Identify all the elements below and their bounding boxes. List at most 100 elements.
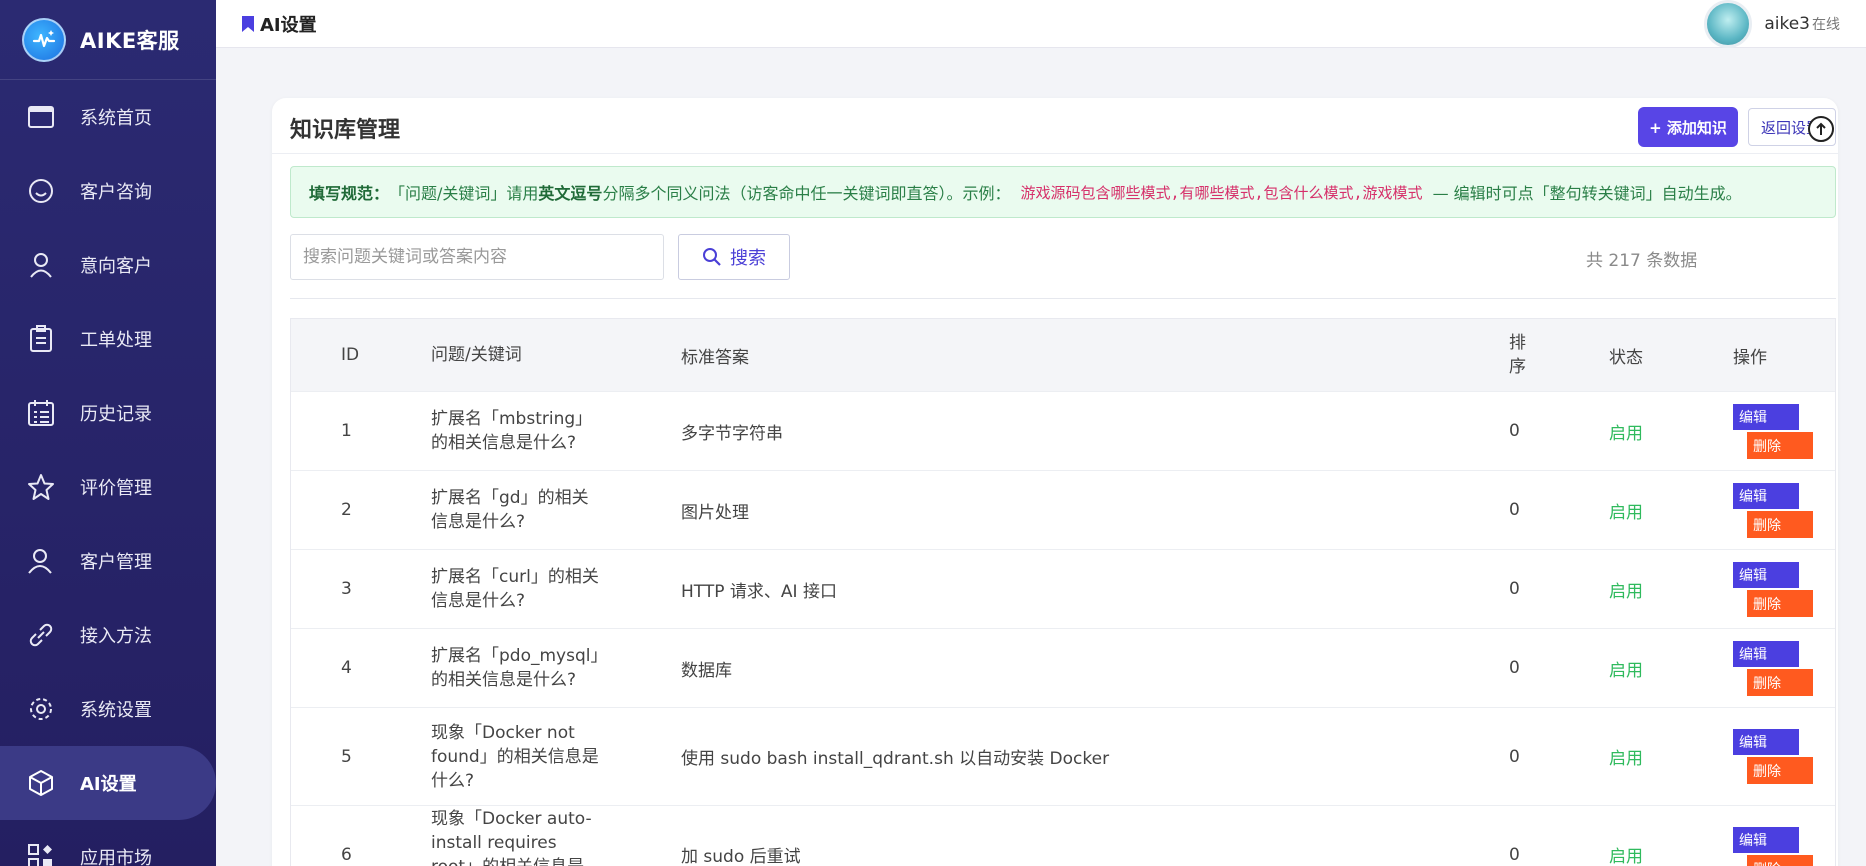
avatar[interactable] xyxy=(1704,0,1753,48)
back-to-top-button[interactable] xyxy=(1808,116,1834,142)
search-button[interactable]: 搜索 xyxy=(678,234,790,280)
edit-button[interactable]: 编辑 xyxy=(1733,729,1799,755)
sidebar-item-label: 系统首页 xyxy=(80,108,152,129)
sidebar-item-label: 历史记录 xyxy=(80,404,152,425)
sidebar-item-label: 工单处理 xyxy=(80,330,152,351)
brand-logo-icon xyxy=(22,17,66,62)
cube-icon xyxy=(26,768,56,798)
cell-status: 启用 xyxy=(1609,749,1643,769)
browser-window-icon xyxy=(26,102,56,132)
col-header-status: 状态 xyxy=(1609,347,1643,368)
sidebar-item-tickets[interactable]: 工单处理 xyxy=(0,302,216,376)
users-icon xyxy=(26,546,56,576)
search-icon xyxy=(703,248,721,266)
arrow-up-icon xyxy=(1816,122,1826,135)
sidebar-item-label: 客户管理 xyxy=(80,552,152,573)
knowledge-table: ID 问题/关键词 标准答案 排序 状态 操作 1 扩展名「mbstring」的… xyxy=(290,318,1836,866)
cell-sort: 0 xyxy=(1509,844,1520,865)
cell-id: 1 xyxy=(341,421,352,441)
search-button-label: 搜索 xyxy=(730,248,766,269)
table-row: 6 现象「Docker auto-install requires root」的… xyxy=(291,805,1835,866)
edit-button[interactable]: 编辑 xyxy=(1733,562,1799,588)
cell-id: 4 xyxy=(341,658,352,678)
brand[interactable]: AIKE客服 xyxy=(0,0,216,80)
link-icon xyxy=(26,620,56,650)
search-input[interactable] xyxy=(290,234,664,280)
page-title: AI设置 xyxy=(260,14,317,36)
col-header-question: 问题/关键词 xyxy=(431,345,522,365)
col-header-id: ID xyxy=(341,345,360,365)
card-title: 知识库管理 xyxy=(290,118,401,143)
table-row: 5 现象「Docker not found」的相关信息是什么? 使用 sudo … xyxy=(291,707,1835,805)
sidebar-item-history[interactable]: 历史记录 xyxy=(0,376,216,450)
notice-example: 游戏源码包含哪些模式,有哪些模式,包含什么模式,游戏模式 xyxy=(1020,183,1423,202)
cell-id: 5 xyxy=(341,746,352,767)
user-menu[interactable]: aike3 在线 xyxy=(1704,0,1840,48)
sidebar-item-label: 应用市场 xyxy=(80,848,152,866)
cell-answer: 多字节字符串 xyxy=(681,423,783,444)
delete-button[interactable]: 删除 xyxy=(1747,757,1813,784)
apps-grid-icon xyxy=(26,842,56,866)
sidebar-item-reviews[interactable]: 评价管理 xyxy=(0,450,216,524)
table-row: 2 扩展名「gd」的相关信息是什么? 图片处理 0 启用 编辑 删除 xyxy=(291,470,1835,549)
gear-icon xyxy=(26,694,56,724)
cell-status: 启用 xyxy=(1609,847,1643,866)
delete-button[interactable]: 删除 xyxy=(1747,669,1813,696)
delete-button[interactable]: 删除 xyxy=(1747,590,1813,617)
edit-button[interactable]: 编辑 xyxy=(1733,404,1799,430)
user-name: aike3 xyxy=(1764,14,1810,34)
sidebar-item-customers[interactable]: 客户管理 xyxy=(0,524,216,598)
cell-answer: 图片处理 xyxy=(681,502,749,523)
delete-button[interactable]: 删除 xyxy=(1747,432,1813,459)
notice-lead: 填写规范： xyxy=(309,184,390,203)
cell-sort: 0 xyxy=(1509,579,1520,599)
cell-answer: HTTP 请求、AI 接口 xyxy=(681,581,837,602)
sidebar-item-settings[interactable]: 系统设置 xyxy=(0,672,216,746)
delete-button[interactable]: 删除 xyxy=(1747,511,1813,538)
edit-button[interactable]: 编辑 xyxy=(1733,827,1799,853)
star-icon xyxy=(26,472,56,502)
sidebar-item-app-market[interactable]: 应用市场 xyxy=(0,820,216,866)
cell-status: 启用 xyxy=(1609,502,1643,523)
add-knowledge-button[interactable]: + 添加知识 xyxy=(1638,107,1738,147)
col-header-sort: 排序 xyxy=(1509,333,1526,377)
cell-status: 启用 xyxy=(1609,660,1643,681)
cell-id: 3 xyxy=(341,579,352,599)
notice-banner: 填写规范： 「问题/关键词」请用 英文逗号 分隔多个同义问法（访客命中任一关键词… xyxy=(290,166,1836,218)
cell-question: 扩展名「pdo_mysql」的相关信息是什么? xyxy=(431,646,599,690)
calendar-list-icon xyxy=(26,398,56,428)
sidebar-item-integration[interactable]: 接入方法 xyxy=(0,598,216,672)
sidebar-item-consult[interactable]: 客户咨询 xyxy=(0,154,216,228)
card-header: 知识库管理 + 添加知识 返回设置 xyxy=(272,98,1838,154)
cell-sort: 0 xyxy=(1509,421,1520,441)
edit-button[interactable]: 编辑 xyxy=(1733,483,1799,509)
sidebar-item-leads[interactable]: 意向客户 xyxy=(0,228,216,302)
table-row: 4 扩展名「pdo_mysql」的相关信息是什么? 数据库 0 启用 编辑 删除 xyxy=(291,628,1835,707)
cell-sort: 0 xyxy=(1509,658,1520,678)
divider xyxy=(290,298,1836,299)
total-count: 共 217 条数据 xyxy=(1586,251,1698,271)
knowledge-base-card: 知识库管理 + 添加知识 返回设置 填写规范： 「问题/关键词」请用 英文逗号 … xyxy=(272,98,1838,866)
delete-button[interactable]: 删除 xyxy=(1747,855,1813,866)
sidebar-item-label: 接入方法 xyxy=(80,626,152,647)
sidebar-item-label: AI设置 xyxy=(80,774,137,795)
smile-face-icon xyxy=(26,176,56,206)
table-header: ID 问题/关键词 标准答案 排序 状态 操作 xyxy=(291,319,1835,391)
cell-question: 扩展名「gd」的相关信息是什么? xyxy=(431,488,589,532)
sidebar-item-label: 意向客户 xyxy=(80,256,152,277)
table-row: 1 扩展名「mbstring」的相关信息是什么? 多字节字符串 0 启用 编辑 … xyxy=(291,391,1835,470)
notice-text-2: 分隔多个同义问法（访客命中任一关键词即直答）。示例： xyxy=(602,184,1011,203)
cell-question: 扩展名「curl」的相关信息是什么? xyxy=(431,567,599,611)
cell-question: 现象「Docker auto-install requires root」的相关… xyxy=(431,808,592,866)
notice-text-3: — 编辑时可点「整句转关键词」自动生成。 xyxy=(1432,184,1742,203)
sidebar-item-ai-settings[interactable]: AI设置 xyxy=(0,746,216,820)
sidebar: AIKE客服 系统首页 客户咨询 意向客户 工单处理 历史记录 评价管理 客户管… xyxy=(0,0,216,866)
col-header-answer: 标准答案 xyxy=(681,347,749,368)
user-icon xyxy=(26,250,56,280)
edit-button[interactable]: 编辑 xyxy=(1733,641,1799,667)
sidebar-item-home[interactable]: 系统首页 xyxy=(0,80,216,154)
bookmark-icon xyxy=(242,15,254,32)
sidebar-item-label: 评价管理 xyxy=(80,478,152,499)
cell-question: 现象「Docker not found」的相关信息是什么? xyxy=(431,722,599,791)
notice-text-1: 「问题/关键词」请用 xyxy=(389,184,539,203)
